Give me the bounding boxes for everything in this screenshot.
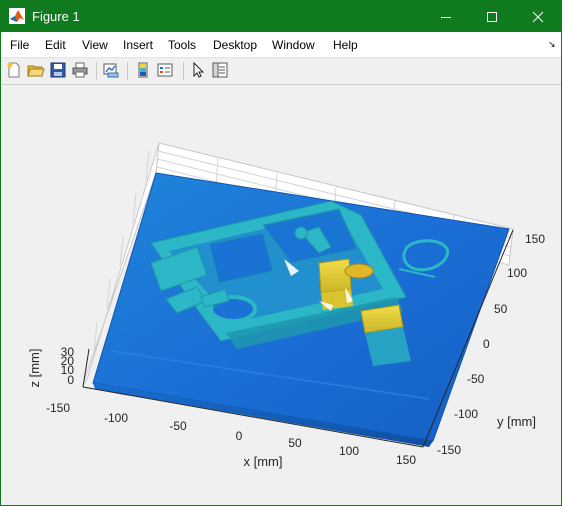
y-tick-label: 100 — [507, 266, 527, 280]
minimize-icon — [441, 16, 451, 18]
print-icon[interactable] — [71, 61, 89, 79]
insert-legend-icon[interactable] — [156, 61, 174, 79]
title-bar[interactable]: Figure 1 — [1, 1, 561, 32]
x-tick-label: -100 — [104, 411, 128, 425]
menu-desktop[interactable]: Desktop — [213, 38, 257, 52]
x-tick-label: -150 — [46, 401, 70, 415]
figure-window: Figure 1 File Edit View Insert Tools Des… — [0, 0, 562, 506]
x-tick-label: 150 — [396, 453, 416, 467]
menu-view[interactable]: View — [82, 38, 108, 52]
insert-colorbar-icon[interactable] — [134, 61, 152, 79]
menu-edit[interactable]: Edit — [45, 38, 66, 52]
toolbar-separator — [96, 62, 97, 80]
z-tick-label: 0 — [67, 373, 74, 387]
x-tick-label: 0 — [236, 429, 243, 443]
y-axis-label: y [mm] — [497, 414, 536, 429]
maximize-button[interactable] — [469, 1, 515, 32]
close-icon — [532, 11, 544, 22]
figure-toolbar — [1, 58, 561, 85]
menu-tools[interactable]: Tools — [168, 38, 196, 52]
property-editor-icon[interactable] — [211, 61, 229, 79]
menu-window[interactable]: Window — [272, 38, 315, 52]
y-tick-label: 50 — [494, 302, 508, 316]
z-axis-label: z [mm] — [27, 349, 42, 388]
plot-area[interactable]: 30 20 10 0 z [mm] -150 -100 -50 0 50 100… — [1, 85, 561, 505]
close-button[interactable] — [515, 1, 561, 32]
menu-file[interactable]: File — [10, 38, 29, 52]
toolbar-separator — [127, 62, 128, 80]
y-tick-label: -150 — [437, 443, 461, 457]
menu-overflow-arrow-icon[interactable]: ↘ — [548, 39, 556, 50]
minimize-button[interactable] — [423, 1, 469, 32]
y-tick-label: -50 — [467, 372, 485, 386]
link-plot-icon[interactable] — [102, 61, 120, 79]
x-tick-label: 50 — [288, 436, 302, 450]
y-tick-label: 150 — [525, 232, 545, 246]
x-axis-label: x [mm] — [244, 454, 283, 469]
matlab-logo-icon — [9, 8, 25, 24]
menu-bar: File Edit View Insert Tools Desktop Wind… — [1, 32, 561, 58]
menu-help[interactable]: Help — [333, 38, 358, 52]
toolbar-separator — [183, 62, 184, 80]
menu-insert[interactable]: Insert — [123, 38, 153, 52]
x-tick-label: 100 — [339, 444, 359, 458]
y-tick-label: -100 — [454, 407, 478, 421]
y-tick-label: 0 — [483, 337, 490, 351]
x-tick-label: -50 — [169, 419, 187, 433]
pointer-icon[interactable] — [189, 61, 207, 79]
new-figure-icon[interactable] — [5, 61, 23, 79]
save-icon[interactable] — [49, 61, 67, 79]
maximize-icon — [487, 11, 497, 22]
open-file-icon[interactable] — [27, 61, 45, 79]
window-title: Figure 1 — [32, 9, 80, 24]
